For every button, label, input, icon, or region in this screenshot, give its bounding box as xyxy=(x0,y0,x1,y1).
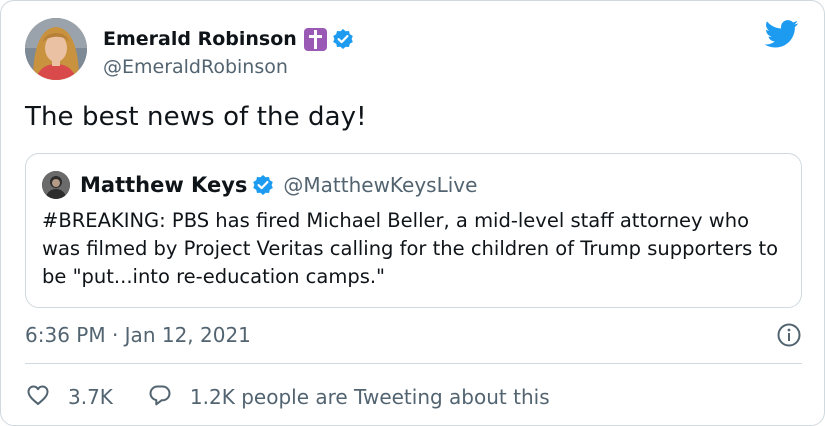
tweet-actions: 3.7K 1.2K people are Tweeting about this xyxy=(25,382,550,412)
tweeting-count: 1.2K people are Tweeting about this xyxy=(189,385,550,409)
twitter-bird-icon[interactable] xyxy=(764,20,799,48)
divider xyxy=(25,363,802,364)
tweet-header: Emerald Robinson @EmeraldRobinson xyxy=(25,18,805,86)
author-handle[interactable]: @EmeraldRobinson xyxy=(103,56,354,78)
info-icon[interactable] xyxy=(776,322,802,348)
quoted-author-handle[interactable]: @MatthewKeysLive xyxy=(283,173,477,197)
verified-badge-icon xyxy=(252,174,274,196)
latin-cross-emoji-icon xyxy=(303,27,327,51)
author-name-row: Emerald Robinson xyxy=(103,26,354,52)
heart-icon xyxy=(25,382,51,412)
like-button[interactable]: 3.7K xyxy=(25,382,113,412)
quoted-tweet-header: Matthew Keys @MatthewKeysLive xyxy=(42,171,477,199)
like-count: 3.7K xyxy=(68,385,113,409)
tweet-timestamp[interactable]: 6:36 PM · Jan 12, 2021 xyxy=(25,323,251,347)
tweet-text: The best news of the day! xyxy=(25,102,367,132)
reply-button[interactable]: 1.2K people are Tweeting about this xyxy=(147,382,550,412)
quoted-author-avatar[interactable] xyxy=(42,171,70,199)
quoted-tweet[interactable]: Matthew Keys @MatthewKeysLive #BREAKING:… xyxy=(25,153,802,308)
author-info: Emerald Robinson @EmeraldRobinson xyxy=(103,26,354,78)
tweet-card: Emerald Robinson @EmeraldRobinson The be… xyxy=(0,0,825,426)
quoted-author-display-name[interactable]: Matthew Keys xyxy=(80,173,247,197)
author-avatar[interactable] xyxy=(25,18,87,80)
quoted-tweet-text: #BREAKING: PBS has fired Michael Beller,… xyxy=(42,209,779,288)
verified-badge-icon xyxy=(332,28,354,50)
author-display-name[interactable]: Emerald Robinson xyxy=(103,28,297,50)
reply-bubble-icon xyxy=(147,382,173,412)
tweet-meta-row: 6:36 PM · Jan 12, 2021 xyxy=(25,321,802,349)
